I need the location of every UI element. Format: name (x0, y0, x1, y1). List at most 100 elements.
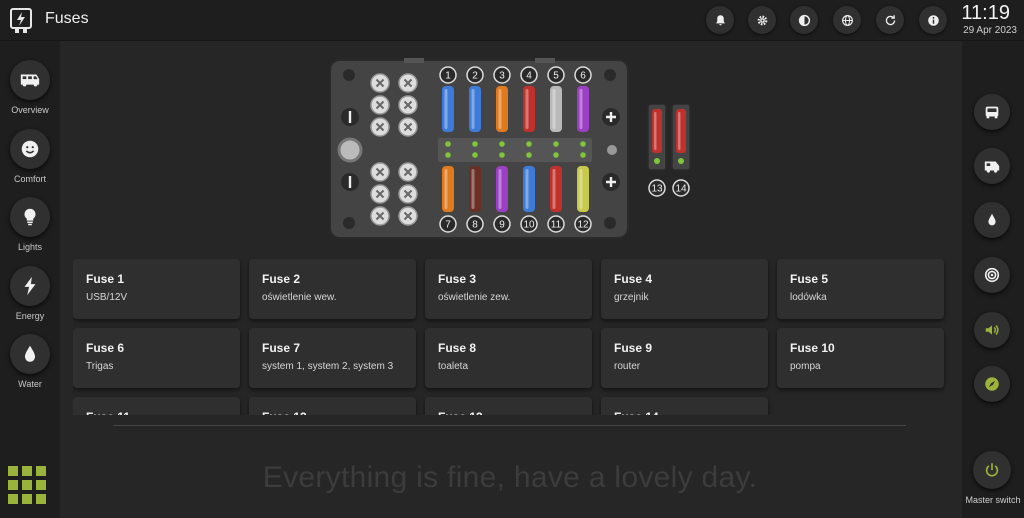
fuse-slot[interactable]: 10 (520, 166, 538, 233)
fuse-slot[interactable]: 13 (647, 104, 667, 197)
fuse-card[interactable]: Fuse 13 (425, 397, 592, 415)
fuse-slot[interactable]: 14 (671, 104, 691, 197)
status-message: Everything is fine, have a lovely day. (262, 461, 758, 494)
refresh-button[interactable] (876, 6, 904, 34)
compass-icon (985, 377, 999, 391)
info-icon (927, 14, 939, 26)
fuse-card-description: USB/12V (86, 292, 128, 303)
water-drop-icon (24, 345, 36, 362)
globe-icon (841, 14, 853, 26)
led-indicator (678, 158, 684, 164)
water-quick-button[interactable] (974, 202, 1010, 238)
sidebar-item-label: Comfort (13, 174, 46, 184)
master-switch-button[interactable] (973, 451, 1011, 489)
comfort-button[interactable] (10, 129, 50, 169)
fuse-slot[interactable]: 4 (520, 66, 538, 132)
fuse-card[interactable]: Fuse 5 lodówka (777, 259, 944, 319)
fuse-logo-icon (10, 8, 32, 33)
lights-button[interactable] (10, 197, 50, 237)
mount-screw (604, 217, 616, 229)
led-indicator (472, 152, 478, 158)
fuse-card-title: Fuse 14 (614, 410, 659, 415)
info-button[interactable] (919, 6, 947, 34)
fuse-number-badge: 1 (439, 66, 457, 84)
clock-time: 11:19 (961, 2, 1010, 24)
fuse-slot[interactable]: 5 (547, 66, 565, 132)
fuse-card[interactable]: Fuse 8 toaleta (425, 328, 592, 388)
fuse-slot[interactable]: 11 (547, 166, 565, 233)
language-button[interactable] (833, 6, 861, 34)
water-button[interactable] (10, 334, 50, 374)
mount-screw (604, 69, 616, 81)
fuse-slot[interactable]: 8 (466, 166, 484, 233)
fuse-card[interactable]: Fuse 10 pompa (777, 328, 944, 388)
camper-side-icon (984, 161, 1000, 173)
led-indicator (654, 158, 660, 164)
fuse-list: Fuse 1 USB/12V Fuse 2 oświetlenie wew. Fuse … (73, 259, 953, 415)
screw-icon (370, 206, 390, 226)
camper-front-button[interactable] (974, 94, 1010, 130)
fuse-number-badge: 12 (574, 215, 592, 233)
indicator-dot (607, 145, 617, 155)
fuse-card[interactable]: Fuse 11 (73, 397, 240, 415)
master-switch-label: Master switch (965, 495, 1021, 505)
notifications-button[interactable] (706, 6, 734, 34)
fuse-card-title: Fuse 5 (790, 272, 829, 286)
theme-button[interactable] (790, 6, 818, 34)
fuse-slot[interactable]: 3 (493, 66, 511, 132)
divider (113, 425, 906, 426)
led-strip (438, 138, 592, 162)
fuse-slot[interactable]: 2 (466, 66, 484, 132)
fuse-card-title: Fuse 6 (86, 341, 125, 355)
fuse-card[interactable]: Fuse 4 grzejnik (601, 259, 768, 319)
camper-side-button[interactable] (974, 148, 1010, 184)
sidebar: Overview Comfort Lights Energy Water (0, 41, 60, 518)
fuse-number: 7 (445, 220, 451, 231)
fuse-slot[interactable]: 12 (574, 166, 592, 233)
target-button[interactable] (974, 257, 1010, 293)
led-indicator (553, 141, 559, 147)
fuse-card[interactable]: Fuse 7 system 1, system 2, system 3 (249, 328, 416, 388)
fuse-box-diagram: 1 2 3 4 5 67 8 9 10 11 12 (330, 58, 629, 239)
sidebar-item-lights[interactable]: Lights (0, 197, 60, 252)
fuse-card[interactable]: Fuse 3 oświetlenie zew. (425, 259, 592, 319)
sidebar-item-energy[interactable]: Energy (0, 266, 60, 321)
water-drop-icon (988, 213, 996, 226)
clock-date: 29 Apr 2023 (963, 25, 1017, 36)
fuse-slot[interactable]: 6 (574, 66, 592, 132)
apps-grid-icon[interactable] (8, 466, 48, 506)
fuse-card[interactable]: Fuse 12 (249, 397, 416, 415)
sidebar-item-label: Water (18, 379, 42, 389)
screw-icon (370, 117, 390, 137)
camper-van-icon (20, 74, 40, 87)
sound-button[interactable] (974, 312, 1010, 348)
led-indicator (499, 152, 505, 158)
fuse-number-badge: 2 (466, 66, 484, 84)
fuse-card-description: oświetlenie zew. (438, 292, 511, 303)
screw-icon (398, 162, 418, 182)
energy-button[interactable] (10, 266, 50, 306)
led-indicator (526, 141, 532, 147)
fuse-card[interactable]: Fuse 1 USB/12V (73, 259, 240, 319)
fuse-number: 1 (445, 71, 451, 82)
screw-icon (398, 206, 418, 226)
fuse-slot[interactable]: 9 (493, 166, 511, 233)
fuse-card[interactable]: Fuse 6 Trigas (73, 328, 240, 388)
overview-button[interactable] (10, 60, 50, 100)
fuse-card[interactable]: Fuse 2 oświetlenie wew. (249, 259, 416, 319)
fuse-slot[interactable]: 1 (439, 66, 457, 132)
fuse-number-badge: 11 (547, 215, 565, 233)
fuse-card[interactable]: Fuse 9 router (601, 328, 768, 388)
sidebar-item-comfort[interactable]: Comfort (0, 129, 60, 184)
led-indicator (445, 152, 451, 158)
fuse-number: 10 (523, 220, 535, 231)
fuse-slot[interactable]: 7 (439, 166, 457, 233)
sidebar-item-overview[interactable]: Overview (0, 60, 60, 115)
fuse-card[interactable]: Fuse 14 (601, 397, 768, 415)
settings-button[interactable] (748, 6, 776, 34)
compass-button[interactable] (974, 366, 1010, 402)
fuse-number-badge: 4 (520, 66, 538, 84)
sidebar-item-water[interactable]: Water (0, 334, 60, 389)
fuse-number: 3 (499, 71, 505, 82)
fuse-number-badge: 3 (493, 66, 511, 84)
